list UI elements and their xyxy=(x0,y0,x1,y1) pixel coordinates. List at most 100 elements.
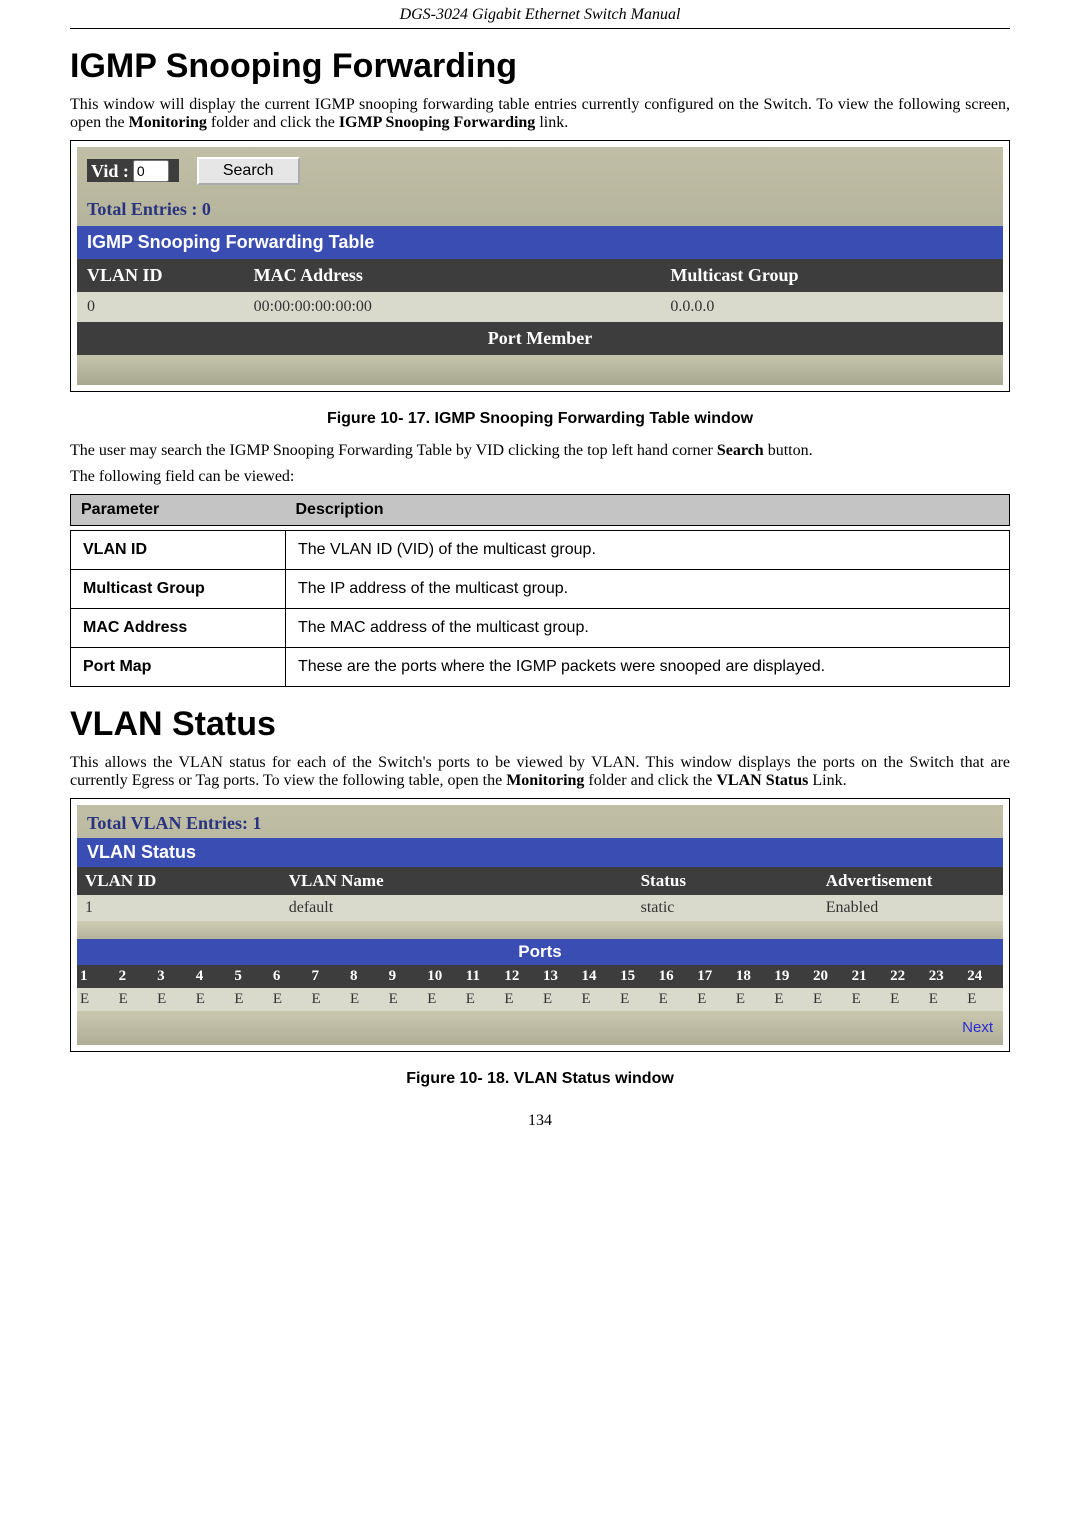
cell-vlan-id: 1 xyxy=(77,895,281,921)
port-cell: E xyxy=(887,988,926,1011)
ports-header-row: 1 2 3 4 5 6 7 8 9 10 11 12 13 14 15 16 1 xyxy=(77,965,1003,988)
port-cell: E xyxy=(270,988,309,1011)
port-col: 5 xyxy=(231,965,270,988)
ports-header: Ports xyxy=(77,939,1003,965)
port-cell: E xyxy=(347,988,386,1011)
port-col: 11 xyxy=(463,965,502,988)
param-row: Port Map These are the ports where the I… xyxy=(71,648,1010,687)
vlan-heading: VLAN Status xyxy=(70,705,1010,744)
col-mgroup: Multicast Group xyxy=(660,259,1003,292)
param-label: Multicast Group xyxy=(71,570,286,609)
vlan-total-entries: Total VLAN Entries: 1 xyxy=(77,805,1003,838)
col-mac: MAC Address xyxy=(244,259,661,292)
vlan-figure-caption: Figure 10- 18. VLAN Status window xyxy=(70,1070,1010,1088)
port-cell: E xyxy=(810,988,849,1011)
param-desc: These are the ports where the IGMP packe… xyxy=(286,648,1010,687)
port-cell: E xyxy=(656,988,695,1011)
igmp-table-row: 0 00:00:00:00:00:00 0.0.0.0 xyxy=(77,292,1003,322)
col-vlan-name: VLAN Name xyxy=(281,867,633,895)
igmp-intro-e: link. xyxy=(535,114,568,131)
port-cell: E xyxy=(308,988,347,1011)
igmp-intro-d: IGMP Snooping Forwarding xyxy=(339,114,535,131)
total-entries: Total Entries : 0 xyxy=(77,189,1003,226)
port-col: 18 xyxy=(733,965,772,988)
igmp-after-1a: The user may search the IGMP Snooping Fo… xyxy=(70,442,717,459)
port-member-empty-row xyxy=(77,355,1003,385)
port-cell: E xyxy=(849,988,888,1011)
port-col: 17 xyxy=(694,965,733,988)
port-cell: E xyxy=(617,988,656,1011)
port-cell: E xyxy=(154,988,193,1011)
col-vlan-id: VLAN ID xyxy=(77,867,281,895)
port-cell: E xyxy=(424,988,463,1011)
port-cell: E xyxy=(964,988,1003,1011)
port-col: 7 xyxy=(308,965,347,988)
ports-value-row: E E E E E E E E E E E E E E E E E xyxy=(77,988,1003,1011)
port-cell: E xyxy=(463,988,502,1011)
cell-vlan-name: default xyxy=(281,895,633,921)
igmp-table-title: IGMP Snooping Forwarding Table xyxy=(77,226,1003,259)
port-col: 21 xyxy=(849,965,888,988)
vlan-spacer xyxy=(77,921,1003,939)
port-col: 16 xyxy=(656,965,695,988)
param-desc: The MAC address of the multicast group. xyxy=(286,609,1010,648)
col-vlan-id: VLAN ID xyxy=(77,259,244,292)
next-link[interactable]: Next xyxy=(962,1019,993,1036)
vlan-meta-header-row: VLAN ID VLAN Name Status Advertisement xyxy=(77,867,1003,895)
port-col: 24 xyxy=(964,965,1003,988)
search-button[interactable]: Search xyxy=(197,157,300,185)
port-col: 14 xyxy=(579,965,618,988)
port-col: 20 xyxy=(810,965,849,988)
param-label: VLAN ID xyxy=(71,531,286,570)
port-col: 15 xyxy=(617,965,656,988)
port-col: 3 xyxy=(154,965,193,988)
port-col: 8 xyxy=(347,965,386,988)
page-number: 134 xyxy=(70,1112,1010,1130)
vlan-intro-b: Monitoring xyxy=(506,772,584,789)
port-col: 4 xyxy=(193,965,232,988)
port-col: 12 xyxy=(501,965,540,988)
port-col: 22 xyxy=(887,965,926,988)
vlan-intro-d: VLAN Status xyxy=(716,772,808,789)
param-desc: The IP address of the multicast group. xyxy=(286,570,1010,609)
vlan-intro-e: Link. xyxy=(808,772,846,789)
igmp-figure-caption: Figure 10- 17. IGMP Snooping Forwarding … xyxy=(70,410,1010,428)
igmp-after-1c: button. xyxy=(764,442,813,459)
igmp-intro: This window will display the current IGM… xyxy=(70,96,1010,132)
vid-label: Vid : xyxy=(91,161,129,181)
port-col: 13 xyxy=(540,965,579,988)
port-col: 10 xyxy=(424,965,463,988)
vlan-meta-table: VLAN ID VLAN Name Status Advertisement 1… xyxy=(77,867,1003,921)
port-cell: E xyxy=(386,988,425,1011)
cell-advertisement: Enabled xyxy=(818,895,1003,921)
igmp-after-1b: Search xyxy=(717,442,764,459)
param-row: MAC Address The MAC address of the multi… xyxy=(71,609,1010,648)
ports-table: 1 2 3 4 5 6 7 8 9 10 11 12 13 14 15 16 1 xyxy=(77,965,1003,1011)
igmp-after-1: The user may search the IGMP Snooping Fo… xyxy=(70,442,1010,460)
vlan-figure-box: Total VLAN Entries: 1 VLAN Status VLAN I… xyxy=(70,798,1010,1052)
igmp-figure-box: Vid : Search Total Entries : 0 IGMP Snoo… xyxy=(70,140,1010,392)
cell-mac: 00:00:00:00:00:00 xyxy=(244,292,661,322)
vlan-intro-c: folder and click the xyxy=(584,772,716,789)
param-label: Port Map xyxy=(71,648,286,687)
port-cell: E xyxy=(579,988,618,1011)
cell-mgroup: 0.0.0.0 xyxy=(660,292,1003,322)
port-member-header: Port Member xyxy=(77,322,1003,355)
param-desc: The VLAN ID (VID) of the multicast group… xyxy=(286,531,1010,570)
vlan-status-title: VLAN Status xyxy=(77,838,1003,867)
port-cell: E xyxy=(926,988,965,1011)
param-label: MAC Address xyxy=(71,609,286,648)
port-col: 2 xyxy=(116,965,155,988)
igmp-heading: IGMP Snooping Forwarding xyxy=(70,47,1010,86)
vlan-intro: This allows the VLAN status for each of … xyxy=(70,754,1010,790)
port-cell: E xyxy=(771,988,810,1011)
param-row: Multicast Group The IP address of the mu… xyxy=(71,570,1010,609)
param-header-row: Parameter Description xyxy=(71,495,1010,526)
vlan-webui: Total VLAN Entries: 1 VLAN Status VLAN I… xyxy=(77,805,1003,1045)
doc-header: DGS-3024 Gigabit Ethernet Switch Manual xyxy=(70,0,1010,28)
vlan-meta-row: 1 default static Enabled xyxy=(77,895,1003,921)
vid-input[interactable] xyxy=(133,160,169,182)
port-cell: E xyxy=(116,988,155,1011)
col-advertisement: Advertisement xyxy=(818,867,1003,895)
param-table: Parameter Description VLAN ID The VLAN I… xyxy=(70,494,1010,687)
